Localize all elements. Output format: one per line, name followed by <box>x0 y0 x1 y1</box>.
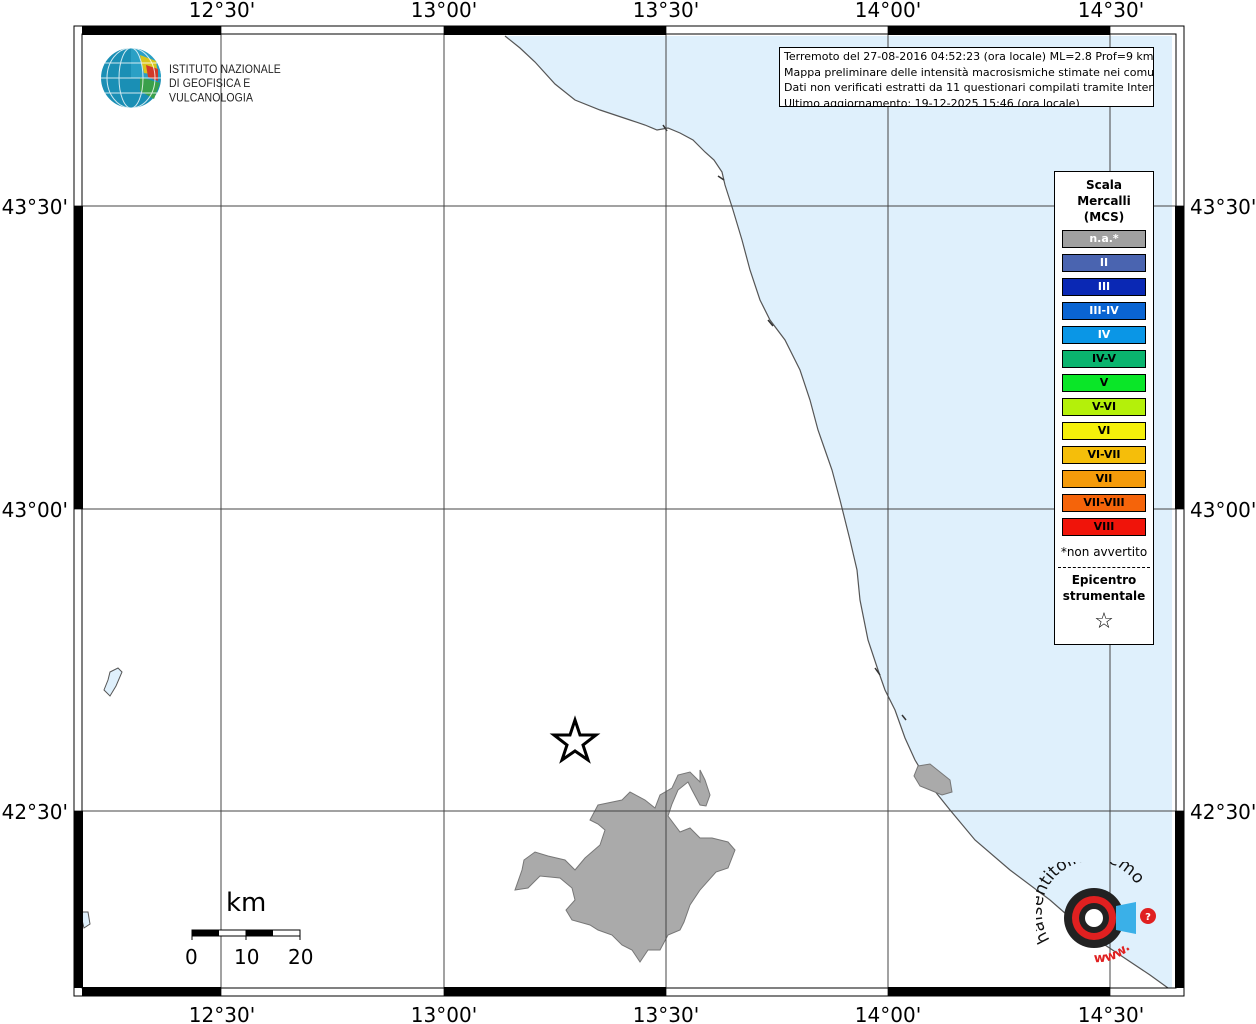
legend-title-line: Mercalli <box>1077 194 1131 208</box>
hsit-logo: ? haisentitoilterremoto.it www. <box>1027 845 1166 972</box>
legend-item: II <box>1062 254 1146 272</box>
legend-epicenter-line: strumentale <box>1062 589 1146 603</box>
legend-title-line: (MCS) <box>1083 210 1125 224</box>
legend-item: V <box>1062 374 1146 392</box>
legend-item: VI <box>1062 422 1146 440</box>
lon-tick-bottom: 14°00' <box>855 1003 921 1024</box>
ingv-name-line1: ISTITUTO NAZIONALE <box>169 63 281 77</box>
lon-tick-top: 13°00' <box>411 0 477 22</box>
ingv-name-line2: DI GEOFISICA E VULCANOLOGIA <box>169 77 254 105</box>
legend-epicenter-line: Epicentro <box>1071 573 1137 587</box>
scale-label: 10 <box>234 945 260 969</box>
legend-item: III-IV <box>1062 302 1146 320</box>
legend-item: IV <box>1062 326 1146 344</box>
hsit-logo-graphic: ? haisentitoilterremoto.it www. <box>1027 845 1156 966</box>
legend-item: VII-VIII <box>1062 494 1146 512</box>
mcs-legend: Scala Mercalli (MCS) n.a.* II III III-IV IV I… <box>1054 171 1154 645</box>
event-info-line: Dati non verificati estratti da 11 quest… <box>784 81 1154 94</box>
svg-text:?: ? <box>1145 912 1151 923</box>
legend-item: IV-V <box>1062 350 1146 368</box>
lon-tick-top: 13°30' <box>633 0 699 22</box>
legend-item: n.a.* <box>1062 230 1146 248</box>
event-info-line: Mappa preliminare delle intensità macros… <box>784 65 1154 79</box>
event-info-line: Ultimo aggiornamento: 19-12-2025 15:46 (… <box>784 96 1080 107</box>
legend-title-line: Scala <box>1085 178 1123 192</box>
legend-item: V-VI <box>1062 398 1146 416</box>
lat-tick-right: 42°30' <box>1190 800 1256 824</box>
legend-epicenter-label: Epicentro strumentale <box>1055 572 1153 604</box>
legend-item: VIII <box>1062 518 1146 536</box>
lat-tick-right: 43°30' <box>1190 195 1256 219</box>
lon-tick-top: 14°00' <box>855 0 921 22</box>
ingv-logo: ISTITUTO NAZIONALE DI GEOFISICA E VULCAN… <box>100 47 320 109</box>
lat-tick-left: 42°30' <box>2 800 68 824</box>
lat-tick-left: 43°00' <box>2 498 68 522</box>
legend-item: VII <box>1062 470 1146 488</box>
lon-tick-bottom: 13°00' <box>411 1003 477 1024</box>
event-info-box: Terremoto del 27-08-2016 04:52:23 (ora l… <box>779 47 1154 107</box>
lon-tick-top: 14°30' <box>1078 0 1144 22</box>
scale-unit: km <box>226 888 267 918</box>
legend-divider <box>1058 567 1150 568</box>
legend-item: III <box>1062 278 1146 296</box>
event-info-line: Terremoto del 27-08-2016 04:52:23 (ora l… <box>784 50 1154 63</box>
lat-tick-right: 43°00' <box>1190 498 1256 522</box>
star-icon: ☆ <box>1094 609 1114 634</box>
legend-item: VI-VII <box>1062 446 1146 464</box>
lon-tick-top: 12°30' <box>189 0 255 22</box>
legend-items: n.a.* II III III-IV IV IV-V V V-VI VI VI-VII VII VI… <box>1055 230 1153 536</box>
lon-tick-bottom: 12°30' <box>189 1003 255 1024</box>
lat-tick-left: 43°30' <box>2 195 68 219</box>
ingv-name: ISTITUTO NAZIONALE DI GEOFISICA E VULCAN… <box>169 63 320 106</box>
scale-label: 20 <box>288 945 314 969</box>
lon-tick-bottom: 13°30' <box>633 1003 699 1024</box>
legend-title: Scala Mercalli (MCS) <box>1055 177 1153 225</box>
legend-note: *non avvertito <box>1060 545 1148 559</box>
globe-icon <box>101 47 161 109</box>
lon-tick-bottom: 14°30' <box>1078 1003 1144 1024</box>
scale-label: 0 <box>185 945 198 969</box>
